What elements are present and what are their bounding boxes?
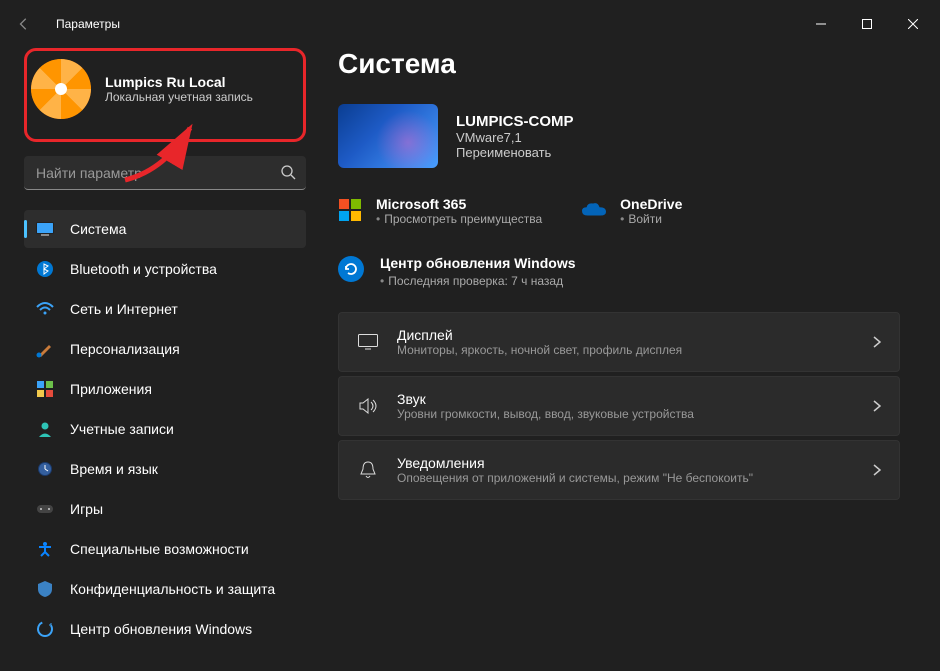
sidebar-item-personalization[interactable]: Персонализация <box>24 330 306 368</box>
sidebar-item-accounts[interactable]: Учетные записи <box>24 410 306 448</box>
onedrive-sub: Войти <box>628 212 662 226</box>
back-button[interactable] <box>4 4 44 44</box>
sidebar-item-accessibility[interactable]: Специальные возможности <box>24 530 306 568</box>
sidebar-item-label: Система <box>70 221 126 237</box>
clock-icon <box>36 460 54 478</box>
wifi-icon <box>36 300 54 318</box>
profile-name: Lumpics Ru Local <box>105 74 253 90</box>
card-sub: Оповещения от приложений и системы, режи… <box>397 471 855 485</box>
search-box[interactable] <box>24 156 306 190</box>
notifications-card[interactable]: Уведомления Оповещения от приложений и с… <box>338 440 900 500</box>
brush-icon <box>36 340 54 358</box>
sidebar-item-label: Центр обновления Windows <box>70 621 252 637</box>
card-sub: Уровни громкости, вывод, ввод, звуковые … <box>397 407 855 421</box>
profile-subtitle: Локальная учетная запись <box>105 90 253 104</box>
m365-sub: Просмотреть преимущества <box>384 212 542 226</box>
onedrive-card[interactable]: OneDrive •Войти <box>582 196 682 226</box>
update-title: Центр обновления Windows <box>380 254 576 272</box>
search-input[interactable] <box>24 156 306 190</box>
close-button[interactable] <box>890 8 936 40</box>
microsoft-365-card[interactable]: Microsoft 365 •Просмотреть преимущества <box>338 196 542 226</box>
display-card[interactable]: Дисплей Мониторы, яркость, ночной свет, … <box>338 312 900 372</box>
bluetooth-icon <box>36 260 54 278</box>
system-icon <box>36 220 54 238</box>
card-title: Уведомления <box>397 455 855 471</box>
sync-icon <box>338 256 364 282</box>
gamepad-icon <box>36 500 54 518</box>
sidebar-item-label: Учетные записи <box>70 421 174 437</box>
nav-list: Система Bluetooth и устройства Сеть и Ин… <box>24 210 306 648</box>
sidebar-item-label: Конфиденциальность и защита <box>70 581 275 597</box>
page-title: Система <box>338 48 900 80</box>
card-sub: Мониторы, яркость, ночной свет, профиль … <box>397 343 855 357</box>
avatar <box>31 59 91 119</box>
sidebar-item-label: Сеть и Интернет <box>70 301 178 317</box>
chevron-right-icon <box>873 464 881 476</box>
card-title: Дисплей <box>397 327 855 343</box>
sidebar-item-label: Специальные возможности <box>70 541 249 557</box>
sidebar-item-gaming[interactable]: Игры <box>24 490 306 528</box>
update-icon <box>36 620 54 638</box>
shield-icon <box>36 580 54 598</box>
microsoft-icon <box>338 198 362 222</box>
maximize-button[interactable] <box>844 8 890 40</box>
person-icon <box>36 420 54 438</box>
sidebar-item-label: Bluetooth и устройства <box>70 261 217 277</box>
sound-icon <box>357 398 379 414</box>
sidebar-item-update[interactable]: Центр обновления Windows <box>24 610 306 648</box>
sidebar-item-system[interactable]: Система <box>24 210 306 248</box>
card-title: Звук <box>397 391 855 407</box>
sidebar-item-label: Персонализация <box>70 341 180 357</box>
device-thumbnail <box>338 104 438 168</box>
user-profile[interactable]: Lumpics Ru Local Локальная учетная запис… <box>24 48 306 142</box>
device-name: LUMPICS-COMP <box>456 113 574 130</box>
minimize-button[interactable] <box>798 8 844 40</box>
bell-icon <box>357 461 379 479</box>
accessibility-icon <box>36 540 54 558</box>
sidebar-item-privacy[interactable]: Конфиденциальность и защита <box>24 570 306 608</box>
onedrive-icon <box>582 198 606 222</box>
onedrive-title: OneDrive <box>620 196 682 212</box>
sidebar-item-bluetooth[interactable]: Bluetooth и устройства <box>24 250 306 288</box>
device-info[interactable]: LUMPICS-COMP VMware7,1 Переименовать <box>338 104 900 168</box>
sidebar-item-time[interactable]: Время и язык <box>24 450 306 488</box>
sound-card[interactable]: Звук Уровни громкости, вывод, ввод, звук… <box>338 376 900 436</box>
m365-title: Microsoft 365 <box>376 196 542 212</box>
windows-update-card[interactable]: Центр обновления Windows •Последняя пров… <box>338 254 900 288</box>
sidebar-item-label: Приложения <box>70 381 152 397</box>
device-model: VMware7,1 <box>456 130 574 145</box>
sidebar-item-label: Время и язык <box>70 461 158 477</box>
display-icon <box>357 334 379 350</box>
chevron-right-icon <box>873 400 881 412</box>
sidebar-item-apps[interactable]: Приложения <box>24 370 306 408</box>
apps-icon <box>36 380 54 398</box>
sidebar-item-label: Игры <box>70 501 103 517</box>
window-title: Параметры <box>56 17 120 31</box>
search-icon <box>280 164 296 180</box>
sidebar-item-network[interactable]: Сеть и Интернет <box>24 290 306 328</box>
chevron-right-icon <box>873 336 881 348</box>
update-sub: Последняя проверка: 7 ч назад <box>388 274 563 288</box>
rename-link[interactable]: Переименовать <box>456 145 574 160</box>
